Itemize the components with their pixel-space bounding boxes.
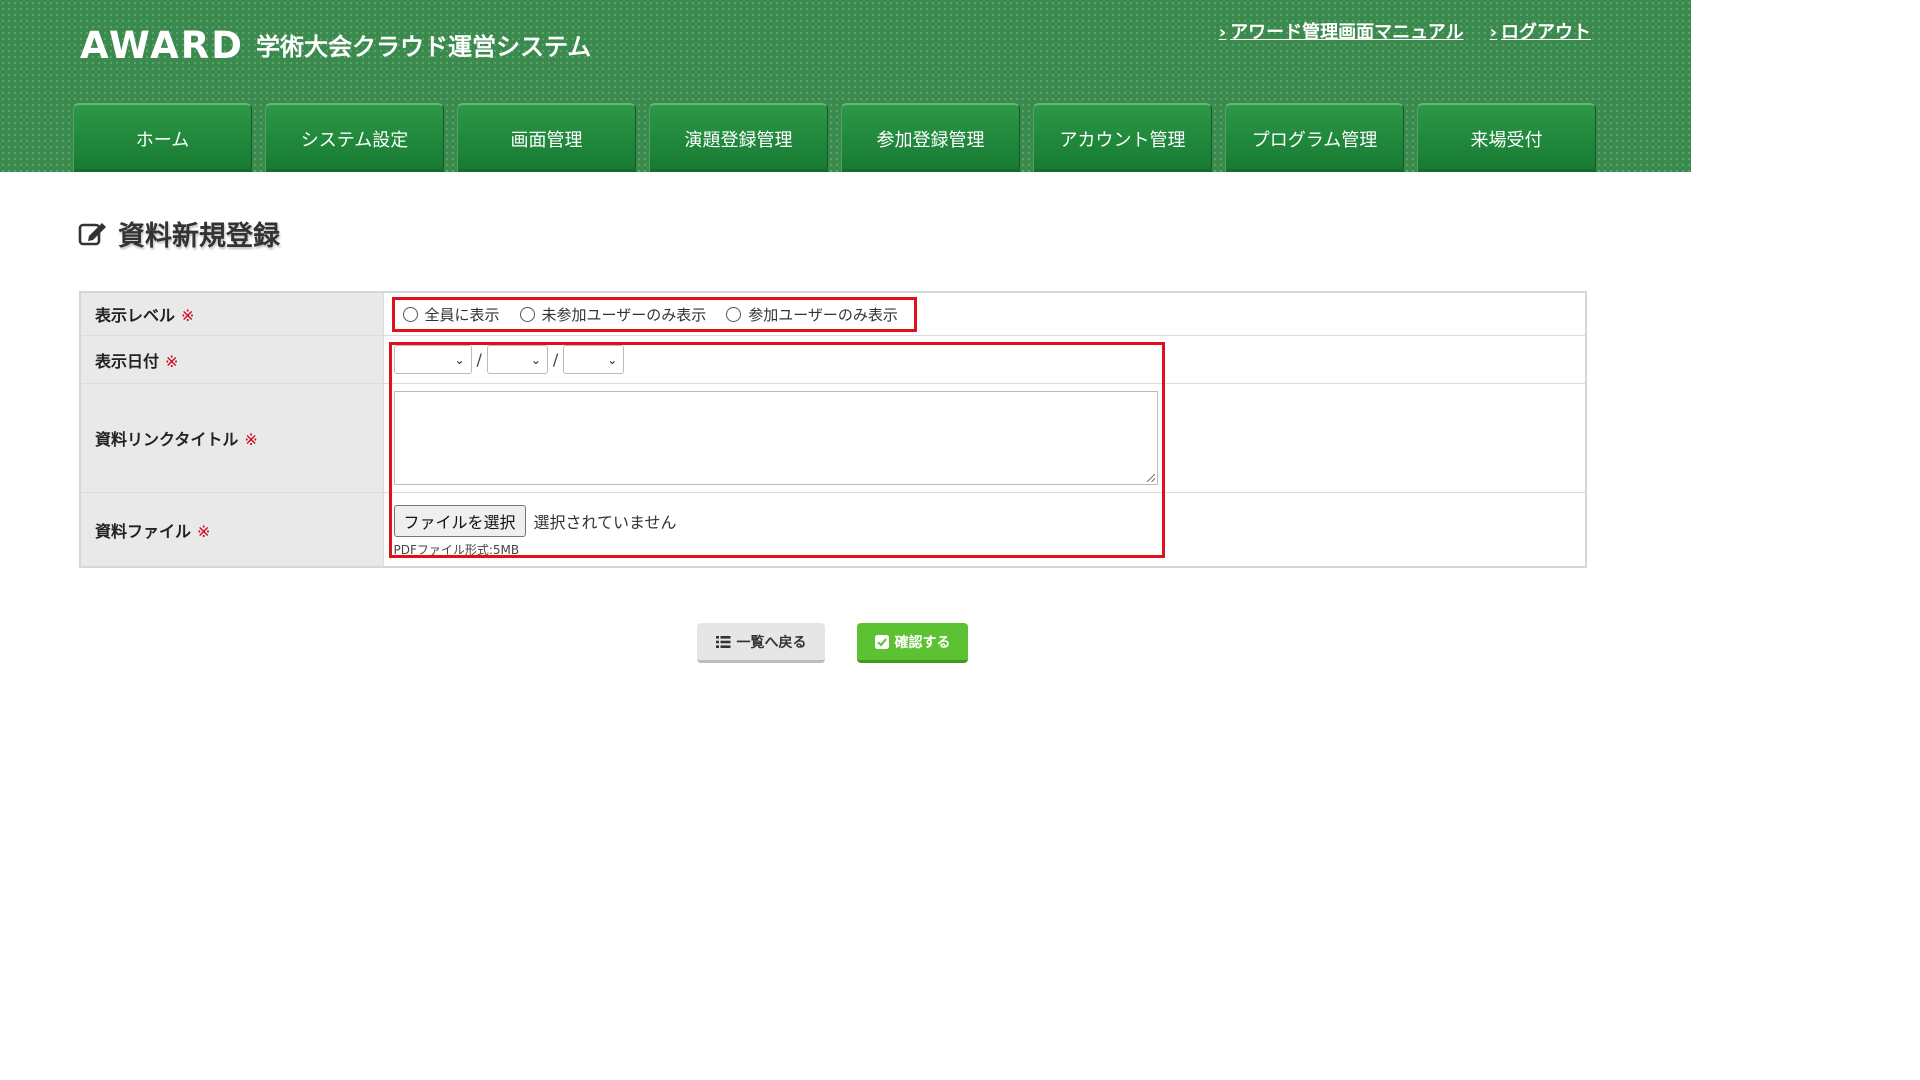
tab-screen-management[interactable]: 画面管理 [457,103,636,172]
list-icon [715,635,731,648]
confirm-button[interactable]: 確認する [857,623,968,663]
logo[interactable]: AWARD [80,24,244,68]
tab-abstract-management[interactable]: 演題登録管理 [649,103,828,172]
radio-participants[interactable]: 参加ユーザーのみ表示 [726,304,898,325]
day-select[interactable]: ⌄ [563,345,625,374]
radio-button[interactable] [519,306,535,322]
system-name: 学術大会クラウド運営システム [256,33,592,61]
row-link-title: 資料リンクタイトル ※ [79,383,1587,493]
radio-button[interactable] [726,306,742,322]
file-status: 選択されていません [533,513,677,532]
resize-grip-icon[interactable] [1146,474,1155,482]
tab-program-management[interactable]: プログラム管理 [1225,103,1404,172]
radio-non-participants[interactable]: 未参加ユーザーのみ表示 [519,304,707,325]
year-select[interactable]: ⌄ [393,345,472,374]
radio-label: 全員に表示 [424,305,500,324]
file-cell: ファイルを選択 選択されていません PDFファイル形式:5MB [382,492,1587,568]
display-level-radio-group: 全員に表示 未参加ユーザーのみ表示 参加ユーザーのみ表示 [391,296,917,332]
display-level-cell: 全員に表示 未参加ユーザーのみ表示 参加ユーザーのみ表示 [382,291,1587,336]
link-title-cell [382,383,1587,493]
form-table: 表示レベル ※ 全員に表示 未参加ユーザーのみ表示 参加ユーザーのみ表示 表示日付… [79,291,1587,568]
row-display-level: 表示レベル ※ 全員に表示 未参加ユーザーのみ表示 参加ユーザーのみ表示 [79,291,1587,336]
label-display-level: 表示レベル ※ [79,291,384,336]
display-date-cell: ⌄ / ⌄ / ⌄ [382,335,1587,384]
manual-link[interactable]: › アワード管理画面マニュアル [1219,18,1464,44]
file-format-note: PDFファイル形式:5MB [393,543,520,557]
edit-icon [78,220,108,248]
date-selects: ⌄ / ⌄ / ⌄ [393,345,1586,374]
choose-file-button[interactable]: ファイルを選択 [393,505,526,537]
logout-link[interactable]: › ログアウト [1490,18,1591,44]
main-nav: ホーム システム設定 画面管理 演題登録管理 参加登録管理 アカウント管理 プロ… [73,103,1596,172]
tab-account-management[interactable]: アカウント管理 [1033,103,1212,172]
file-input: ファイルを選択 選択されていません [393,505,1586,537]
back-to-list-button[interactable]: 一覧へ戻る [697,623,825,663]
required-mark: ※ [197,521,211,541]
chevron-down-icon: ⌄ [607,352,618,367]
row-display-date: 表示日付 ※ ⌄ / ⌄ / ⌄ [79,335,1587,384]
label-link-title: 資料リンクタイトル ※ [79,383,384,493]
confirm-label: 確認する [894,634,951,651]
required-mark: ※ [165,351,179,371]
page-title: 資料新規登録 [78,214,280,253]
label-display-date: 表示日付 ※ [79,335,384,384]
required-mark: ※ [181,306,195,325]
tab-reception[interactable]: 来場受付 [1417,103,1596,172]
page-title-text: 資料新規登録 [118,221,280,252]
chevron-down-icon: ⌄ [454,352,465,367]
month-select[interactable]: ⌄ [486,345,548,374]
chevron-down-icon: ⌄ [530,352,541,367]
check-square-icon [874,634,889,649]
tab-home[interactable]: ホーム [73,103,252,172]
back-to-list-label: 一覧へ戻る [736,634,807,651]
header: AWARD 学術大会クラウド運営システム › アワード管理画面マニュアル › ログア… [0,0,1691,172]
label-file: 資料ファイル ※ [79,492,384,568]
required-mark: ※ [244,430,258,449]
tab-system-settings[interactable]: システム設定 [265,103,444,172]
radio-all[interactable]: 全員に表示 [402,304,500,325]
radio-label: 未参加ユーザーのみ表示 [541,305,707,324]
logout-link-label: ログアウト [1501,22,1591,43]
manual-link-label: アワード管理画面マニュアル [1230,22,1464,43]
row-file: 資料ファイル ※ ファイルを選択 選択されていません PDFファイル形式:5MB [79,492,1587,568]
radio-label: 参加ユーザーのみ表示 [748,305,898,324]
top-links: › アワード管理画面マニュアル › ログアウト [1219,18,1591,44]
chevron-right-icon: › [1489,22,1497,43]
date-separator: / [476,350,482,369]
link-title-textarea[interactable] [393,391,1158,485]
chevron-right-icon: › [1218,22,1227,43]
tab-participant-management[interactable]: 参加登録管理 [841,103,1020,172]
radio-button[interactable] [402,306,418,322]
date-separator: / [552,350,559,369]
